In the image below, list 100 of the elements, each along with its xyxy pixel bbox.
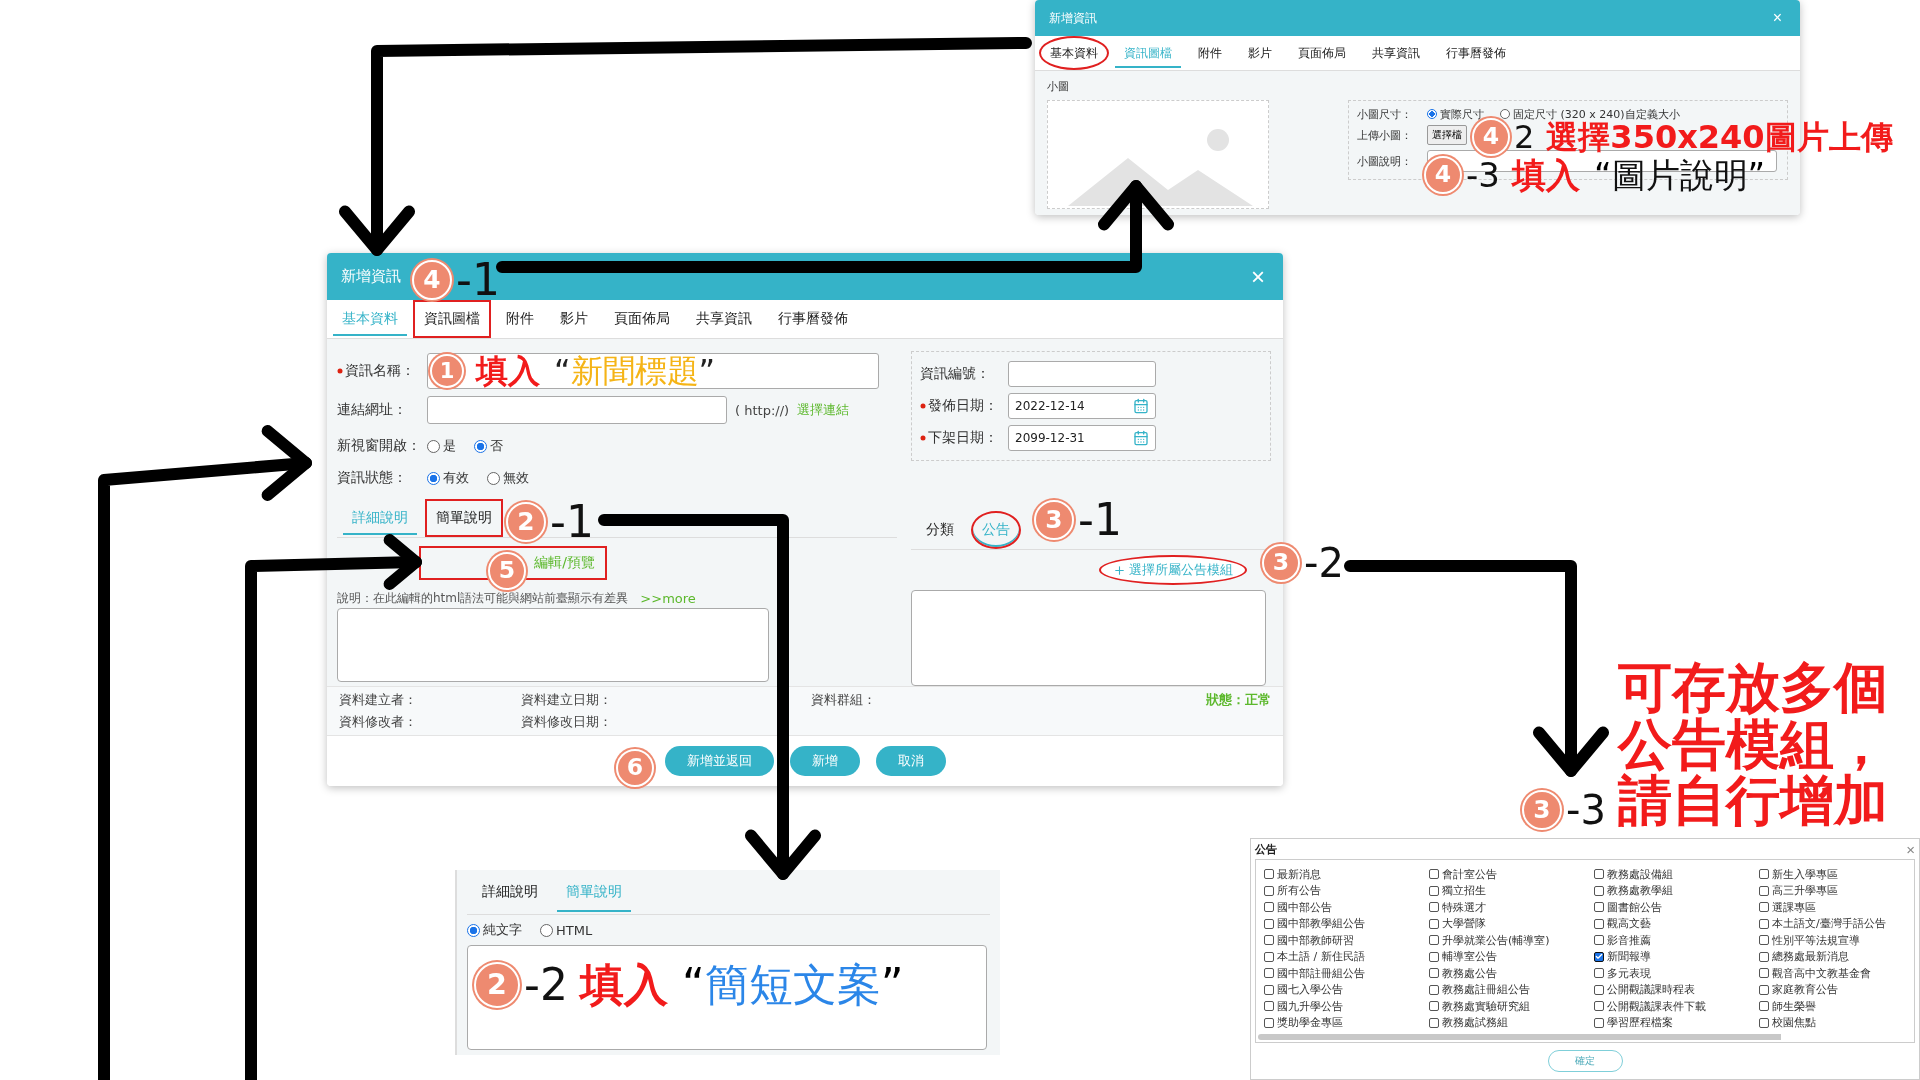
checkbox[interactable] [1759, 918, 1769, 929]
info-label: 資料建立者： [339, 691, 418, 709]
checkbox[interactable] [1594, 918, 1604, 929]
tab[interactable]: 附件 [1187, 36, 1233, 70]
checkbox[interactable] [1429, 968, 1439, 979]
checkbox[interactable] [1594, 1001, 1604, 1012]
tab[interactable]: 分類 [915, 511, 965, 549]
tab[interactable]: 頁面佈局 [1287, 36, 1357, 70]
instruction-text: 填入 “簡短文案” [579, 963, 904, 1007]
checkbox[interactable] [1264, 902, 1274, 913]
field-label: 小圖尺寸： [1357, 106, 1412, 122]
field-label: 小圖說明： [1357, 153, 1412, 169]
checkbox[interactable] [1429, 1001, 1439, 1012]
checkbox[interactable] [1429, 935, 1439, 946]
tab[interactable]: 詳細說明 [471, 870, 549, 914]
checkbox-label: 升學就業公告(輔導室) [1442, 932, 1550, 948]
checkbox[interactable] [1594, 1017, 1604, 1028]
tab[interactable]: 資訊圖檔 [413, 300, 491, 338]
step-badge: 3 [1034, 500, 1074, 540]
tab[interactable]: 影片 [1237, 36, 1283, 70]
date-field[interactable]: 2099-12-31 [1008, 425, 1156, 451]
step-badge: 4 [1424, 156, 1462, 194]
text-area[interactable] [467, 945, 987, 1050]
field-label: 發佈日期： [928, 397, 998, 415]
checkbox-label: 本土語 / 新住民語 [1277, 949, 1365, 965]
checkbox-label: 圖書館公告 [1607, 899, 1662, 915]
checkbox[interactable] [1429, 1017, 1439, 1028]
checkbox[interactable] [1759, 984, 1769, 995]
checkbox[interactable] [1594, 968, 1604, 979]
checkbox[interactable] [1429, 951, 1439, 962]
checkbox[interactable] [1264, 1017, 1274, 1028]
checkbox[interactable] [1594, 951, 1604, 962]
checkbox[interactable] [1429, 984, 1439, 995]
checkbox[interactable] [1759, 869, 1769, 880]
file-button[interactable]: 選擇檔 [1427, 125, 1467, 145]
tab[interactable]: 行事曆發佈 [767, 300, 859, 338]
checkbox-label: 國中部註冊組公告 [1277, 965, 1365, 981]
checkbox[interactable] [1264, 918, 1274, 929]
step-number: -2 [524, 963, 568, 1007]
checkbox-label: 師生榮譽 [1772, 998, 1816, 1014]
status-text: 狀態：正常 [1206, 691, 1271, 709]
image-drop-area[interactable] [1047, 100, 1269, 209]
checkbox[interactable] [1759, 951, 1769, 962]
checkbox[interactable] [1264, 885, 1274, 896]
checkbox[interactable] [1594, 984, 1604, 995]
input-field[interactable]: 1 填入 “新聞標題” [427, 353, 879, 389]
checkbox[interactable] [1429, 918, 1439, 929]
field-label: 上傳小圖： [1357, 127, 1412, 143]
tab[interactable]: 附件 [495, 300, 545, 338]
step-number: -1 [550, 500, 594, 544]
checkbox[interactable] [1264, 1001, 1274, 1012]
checkbox[interactable] [1264, 935, 1274, 946]
tab[interactable]: 頁面佈局 [603, 300, 681, 338]
checkbox-label: 大學營隊 [1442, 916, 1486, 932]
radio-button[interactable] [474, 439, 487, 453]
info-label: 資料建立日期： [521, 691, 613, 709]
field-label: 連結網址： [337, 401, 407, 419]
tab[interactable]: 共享資訊 [685, 300, 763, 338]
radio-button[interactable] [487, 471, 500, 485]
section-title: 小圖 [1047, 79, 1070, 94]
tab[interactable]: 簡單說明 [425, 499, 503, 537]
checkbox[interactable] [1264, 968, 1274, 979]
tab[interactable]: 影片 [549, 300, 599, 338]
checkbox[interactable] [1429, 869, 1439, 880]
checkbox[interactable] [1594, 902, 1604, 913]
checkbox[interactable] [1594, 935, 1604, 946]
checkbox-label: 公開觀議課表件下載 [1607, 998, 1706, 1014]
checkbox[interactable] [1429, 885, 1439, 896]
checkbox[interactable] [1429, 902, 1439, 913]
checkbox[interactable] [1264, 984, 1274, 995]
checkbox-label: 校園焦點 [1772, 1015, 1816, 1031]
input-field[interactable] [1008, 361, 1156, 387]
checkbox[interactable] [1759, 968, 1769, 979]
dialog-title: 新增資訊 [341, 267, 401, 286]
close-button[interactable]: × [1906, 840, 1915, 858]
input-field[interactable] [427, 396, 727, 424]
tab[interactable]: 行事曆發佈 [1435, 36, 1517, 70]
checkbox[interactable] [1759, 1017, 1769, 1028]
checkbox[interactable] [1759, 935, 1769, 946]
tab[interactable]: 共享資訊 [1361, 36, 1431, 70]
checkbox-label: 教務處實驗研究組 [1442, 998, 1530, 1014]
checkbox-label: 本土語文/臺灣手語公告 [1772, 916, 1886, 932]
date-field[interactable]: 2022-12-14 [1008, 393, 1156, 419]
radio-button[interactable] [427, 471, 440, 485]
checkbox[interactable] [1594, 885, 1604, 896]
checkbox-label: 觀高文藝 [1607, 916, 1651, 932]
checkbox[interactable] [1264, 869, 1274, 880]
radio-label: 是 [443, 437, 456, 455]
checkbox-label: 公開觀議課時程表 [1607, 982, 1695, 998]
checkbox[interactable] [1759, 902, 1769, 913]
radio-button[interactable] [1500, 109, 1510, 119]
radio-button[interactable] [540, 923, 553, 937]
checkbox-label: 輔導室公告 [1442, 949, 1497, 965]
radio-button[interactable] [1427, 109, 1437, 119]
checkbox[interactable] [1759, 885, 1769, 896]
radio-button[interactable] [467, 923, 480, 937]
radio-button[interactable] [427, 439, 440, 453]
checkbox[interactable] [1594, 869, 1604, 880]
checkbox[interactable] [1264, 951, 1274, 962]
checkbox[interactable] [1759, 1001, 1769, 1012]
